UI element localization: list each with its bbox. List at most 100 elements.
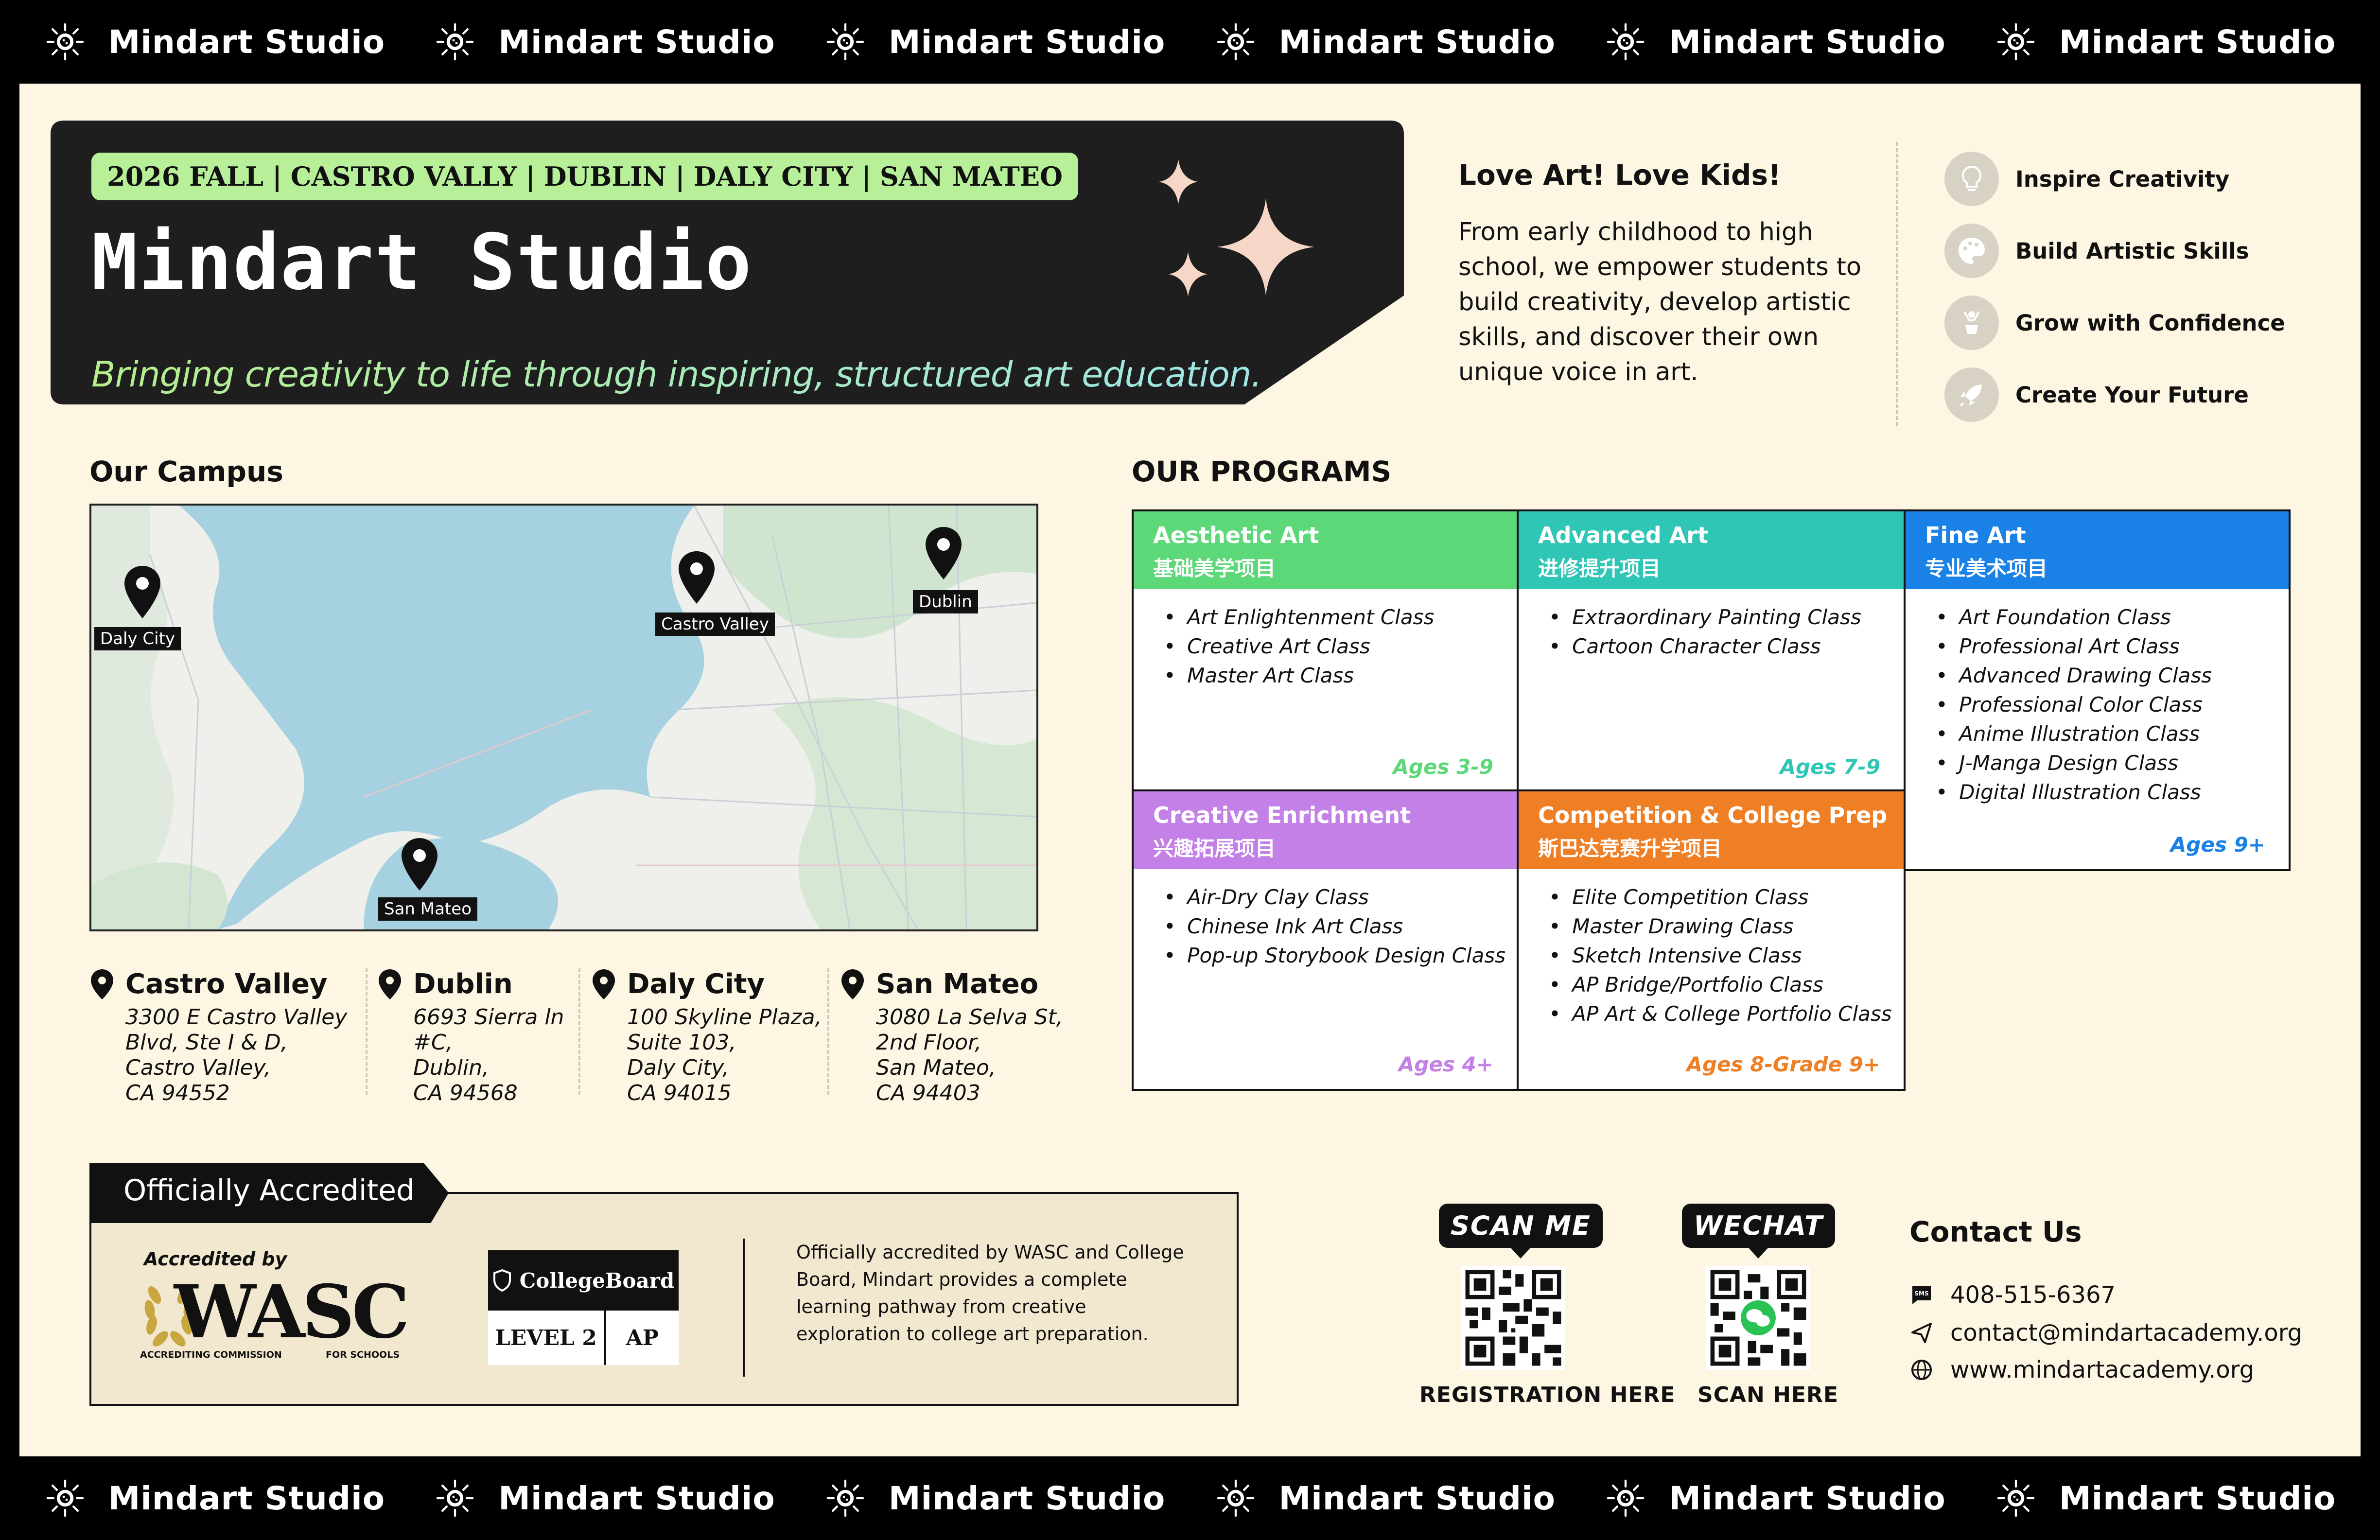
- contact-email[interactable]: contact@mindartacademy.org: [1909, 1319, 2302, 1347]
- website-url: www.mindartacademy.org: [1950, 1356, 2255, 1383]
- map-pin-icon[interactable]: [121, 564, 164, 622]
- class-item: Sketch Intensive Class: [1549, 941, 1904, 970]
- band-item: Mindart Studio: [1605, 21, 1945, 63]
- send-icon: [1909, 1321, 1934, 1345]
- address-line: Blvd, Ste I & D,: [125, 1030, 288, 1055]
- accreditation-text: Officially accredited by WASC and Colleg…: [796, 1242, 1184, 1345]
- poster-page: 2026 FALL | CASTRO VALLY | DUBLIN | DALY CI…: [19, 84, 2361, 1456]
- divider: [578, 968, 580, 1095]
- class-list: Elite Competition Class Master Drawing C…: [1519, 869, 1904, 1029]
- class-item: Advanced Drawing Class: [1936, 661, 2289, 690]
- program-chinese-title: 进修提升项目: [1538, 557, 1661, 580]
- hero-title: Mindart Studio: [91, 218, 752, 307]
- program-title: Creative Enrichment: [1153, 802, 1411, 828]
- hero-subtitle: Bringing creativity to life through insp…: [91, 354, 1262, 395]
- mindart-logo-icon: [1997, 23, 2035, 61]
- value-item: Create Your Future: [1944, 368, 2249, 422]
- wechat-bubble: WECHAT: [1682, 1204, 1835, 1259]
- address-line: Suite 103,: [627, 1030, 736, 1055]
- class-item: Master Art Class: [1164, 661, 1517, 690]
- collegeboard-badge: CollegeBoard LEVEL 2 AP: [488, 1250, 679, 1365]
- lightbulb-icon: [1944, 152, 1999, 206]
- class-item: Extraordinary Painting Class: [1549, 603, 1904, 632]
- class-list: Air-Dry Clay Class Chinese Ink Art Class…: [1134, 869, 1517, 970]
- divider: [366, 968, 368, 1095]
- band-brand-name: Mindart Studio: [108, 23, 385, 61]
- program-header: Advanced Art 进修提升项目: [1519, 511, 1904, 589]
- band-item: Mindart Studio: [824, 1477, 1165, 1519]
- contact-website[interactable]: www.mindartacademy.org: [1909, 1356, 2254, 1383]
- cb-level: LEVEL 2: [488, 1311, 606, 1365]
- band-item: Mindart Studio: [824, 21, 1165, 63]
- value-label: Create Your Future: [2015, 382, 2249, 408]
- value-label: Inspire Creativity: [2015, 166, 2230, 192]
- location-name: Daly City: [627, 968, 765, 1000]
- address-line: 3300 E Castro Valley: [125, 1005, 348, 1030]
- location-pin-icon: [91, 969, 113, 999]
- registration-qr-code[interactable]: [1461, 1266, 1565, 1370]
- program-card-advanced-art[interactable]: Advanced Art 进修提升项目 Extraordinary Painti…: [1517, 509, 1906, 793]
- class-item: Chinese Ink Art Class: [1164, 912, 1517, 941]
- about-text: From early childhood to high school, we …: [1458, 218, 1862, 386]
- map-pin-label: Castro Valley: [655, 612, 775, 636]
- age-range: Ages 3-9: [1393, 755, 1493, 779]
- program-header: Creative Enrichment 兴趣拓展项目: [1134, 791, 1517, 869]
- mindart-logo-icon: [1607, 1479, 1645, 1517]
- bottom-brand-band: Mindart Studio Mindart Studio Mindart St…: [0, 1456, 2380, 1540]
- tag-item: 2026 FALL: [107, 161, 264, 192]
- map-pin-icon[interactable]: [398, 836, 441, 894]
- address-line: 100 Skyline Plaza,: [627, 1005, 822, 1030]
- about-heading: Love Art! Love Kids!: [1458, 158, 1781, 192]
- class-item: Air-Dry Clay Class: [1164, 883, 1517, 912]
- map-pin-label: Daly City: [94, 627, 181, 650]
- program-card-competition-college-prep[interactable]: Competition & College Prep 斯巴达竞赛升学项目 Eli…: [1517, 789, 1906, 1091]
- program-card-aesthetic-art[interactable]: Aesthetic Art 基础美学项目 Art Enlightenment C…: [1132, 509, 1519, 793]
- band-item: Mindart Studio: [44, 1477, 385, 1519]
- campus-map[interactable]: Daly City Castro Valley Dublin San Mateo: [89, 504, 1038, 931]
- tag-item: DALY CITY: [693, 161, 853, 192]
- address-line: Daly City,: [627, 1055, 729, 1080]
- program-chinese-title: 专业美术项目: [1925, 557, 2048, 580]
- class-item: Cartoon Character Class: [1549, 632, 1904, 661]
- program-chinese-title: 兴趣拓展项目: [1153, 837, 1276, 860]
- address-block: San Mateo 3080 La Selva St, 2nd Floor, S…: [876, 968, 1063, 1106]
- band-item: Mindart Studio: [1215, 1477, 1556, 1519]
- globe-icon: [1909, 1358, 1934, 1382]
- band-brand-name: Mindart Studio: [1669, 23, 1946, 61]
- mindart-logo-icon: [436, 23, 474, 61]
- class-item: Anime Illustration Class: [1936, 719, 2289, 749]
- value-item: Build Artistic Skills: [1944, 224, 2249, 278]
- location-pin-icon: [593, 969, 615, 999]
- program-title: Aesthetic Art: [1153, 522, 1319, 548]
- program-card-fine-art[interactable]: Fine Art 专业美术项目 Art Foundation Class Pro…: [1904, 509, 2291, 871]
- band-brand-name: Mindart Studio: [888, 23, 1166, 61]
- band-brand-name: Mindart Studio: [108, 1479, 385, 1517]
- program-header: Aesthetic Art 基础美学项目: [1134, 511, 1517, 589]
- address-line: 3080 La Selva St,: [876, 1005, 1063, 1030]
- mindart-logo-icon: [46, 23, 84, 61]
- campus-heading: Our Campus: [89, 455, 283, 488]
- location-castro-valley: Castro Valley 3300 E Castro Valley Blvd,…: [89, 968, 347, 1106]
- class-item: Digital Illustration Class: [1936, 778, 2289, 807]
- class-item: AP Bridge/Portfolio Class: [1549, 970, 1904, 999]
- contact-phone[interactable]: SMS 408-515-6367: [1909, 1281, 2116, 1309]
- mindart-logo-icon: [46, 1479, 84, 1517]
- band-brand-name: Mindart Studio: [498, 1479, 775, 1517]
- value-label: Grow with Confidence: [2015, 310, 2285, 336]
- location-name: Dublin: [413, 968, 513, 1000]
- svg-text:SMS: SMS: [1914, 1290, 1928, 1297]
- class-item: Master Drawing Class: [1549, 912, 1904, 941]
- address-line: Dublin,: [413, 1055, 490, 1080]
- wechat-qr-code[interactable]: [1706, 1266, 1810, 1370]
- top-brand-band: Mindart Studio Mindart Studio Mindart St…: [0, 0, 2380, 84]
- band-brand-name: Mindart Studio: [888, 1479, 1166, 1517]
- address-line: CA 94552: [125, 1081, 230, 1105]
- program-card-creative-enrichment[interactable]: Creative Enrichment 兴趣拓展项目 Air-Dry Clay …: [1132, 789, 1519, 1091]
- address-line: #C,: [413, 1030, 453, 1055]
- map-pin-icon[interactable]: [922, 525, 965, 583]
- map-pin-icon[interactable]: [675, 549, 718, 608]
- address-line: Castro Valley,: [125, 1055, 271, 1080]
- age-range: Ages 4+: [1398, 1052, 1493, 1076]
- mindart-logo-icon: [1217, 1479, 1254, 1517]
- tag-item: SAN MATEO: [879, 161, 1063, 192]
